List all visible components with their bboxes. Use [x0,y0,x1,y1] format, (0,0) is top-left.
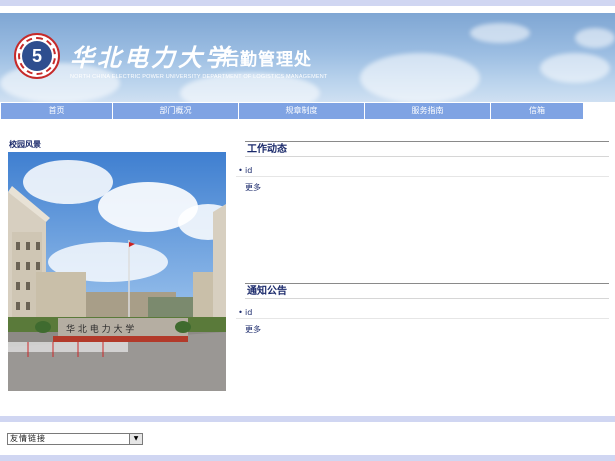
university-logo[interactable]: 5 [14,33,60,79]
main-nav: 首页 部门概况 规章制度 服务指南 信箱 [0,102,615,119]
header-banner: 5 华北电力大学 后勤管理处 NORTH CHINA ELECTRIC POWE… [0,13,615,102]
logo-mark: 5 [22,41,52,71]
friend-links-select-value: 友情链接 [10,434,46,443]
work-news-more-link[interactable]: 更多 [245,182,261,193]
work-news-item[interactable]: • id [236,165,609,177]
nav-item-service-guide[interactable]: 服务指南 [365,103,491,119]
notices-item[interactable]: • id [236,307,609,319]
department-name-cn: 后勤管理处 [222,50,312,70]
friend-links-select[interactable]: 友情链接 ▼ [7,433,143,445]
campus-scenery-title: 校园风景 [9,140,41,149]
notices-more-link[interactable]: 更多 [245,324,261,335]
notices-item-text[interactable]: id [245,308,252,317]
bullet-icon: • [238,308,243,317]
chevron-down-icon[interactable]: ▼ [129,434,142,444]
bullet-icon: • [238,166,243,175]
bottom-band [0,455,615,461]
school-name-cn: 华北电力大学 [70,43,232,72]
footer-band [0,416,615,422]
nav-item-overview[interactable]: 部门概况 [113,103,239,119]
campus-photo[interactable]: 华 北 电 力 大 学 [8,152,226,391]
nav-item-home[interactable]: 首页 [1,103,113,119]
school-name-en: NORTH CHINA ELECTRIC POWER UNIVERSITY DE… [70,74,328,80]
notices-title: 通知公告 [245,283,609,299]
work-news-title: 工作动态 [245,141,609,157]
nav-item-mailbox[interactable]: 信箱 [491,103,584,119]
nav-item-rules[interactable]: 规章制度 [239,103,365,119]
top-gap [0,6,615,13]
work-news-item-text[interactable]: id [245,166,252,175]
campus-sign-text: 华 北 电 力 大 学 [66,323,134,335]
